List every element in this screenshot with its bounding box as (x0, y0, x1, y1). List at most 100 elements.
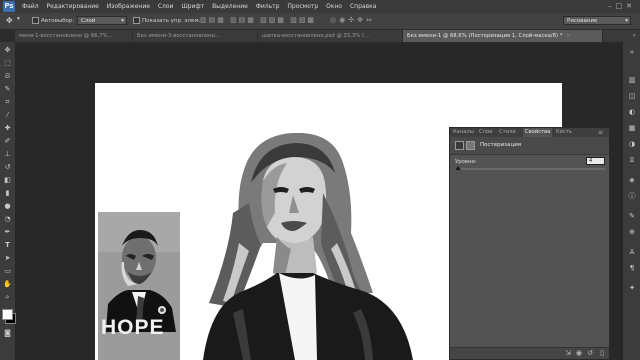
visibility-icon[interactable]: ◉ (576, 349, 582, 357)
menu-select[interactable]: Выделение (212, 3, 248, 10)
history-brush-tool-icon[interactable]: ↺ (3, 163, 12, 172)
crop-tool-icon[interactable]: ⌗ (3, 98, 12, 107)
color-icon[interactable]: ◐ (627, 108, 637, 117)
character-icon[interactable]: A (627, 248, 637, 257)
pen-tool-icon[interactable]: ✒ (3, 228, 12, 237)
menu-edit[interactable]: Редактирование (47, 3, 99, 10)
adjustments-icon[interactable]: ◑ (627, 140, 637, 149)
clone-source-icon[interactable]: ⊕ (627, 228, 637, 237)
blur-tool-icon[interactable]: ● (3, 202, 12, 211)
eraser-tool-icon[interactable]: ◧ (3, 176, 12, 185)
brush-tool-icon[interactable]: ✐ (3, 137, 12, 146)
close-icon[interactable]: ✕ (626, 2, 636, 10)
reset-icon[interactable]: ↺ (587, 349, 593, 357)
type-tool-icon[interactable]: T (3, 241, 12, 250)
document-tabs: мени-1-восстановлено @ 66,7%... Без имен… (15, 30, 640, 43)
posterized-portrait-image (203, 133, 413, 360)
shape-tool-icon[interactable]: ▭ (3, 267, 12, 276)
properties-panel: Каналы Слои Стили Свойства Кисть ≡ Посте… (449, 127, 610, 360)
tab-brush[interactable]: Кисть (556, 128, 572, 137)
menu-filter[interactable]: Фильтр (256, 3, 280, 10)
main-menu: Файл Редактирование Изображение Слои Шри… (22, 3, 382, 10)
tab-channels[interactable]: Каналы (453, 128, 474, 137)
lasso-tool-icon[interactable]: ᘐ (3, 72, 12, 81)
autoselect-label: Автовыбор: (41, 18, 75, 24)
tab-title: Без имени-1 @ 68,6% (Постеризация 1, Сло… (407, 33, 563, 39)
tab-styles[interactable]: Стили (499, 128, 516, 137)
info-icon[interactable]: ⓘ (627, 192, 637, 201)
maximize-icon[interactable]: □ (616, 2, 627, 10)
workspace-value: Рисование (567, 18, 598, 24)
levels-slider-thumb[interactable] (455, 166, 461, 170)
zoom-tool-icon[interactable]: ⌕ (3, 293, 12, 302)
foreground-color-swatch[interactable] (2, 309, 13, 320)
clip-to-layer-icon[interactable]: ⇲ (565, 349, 571, 357)
histogram-icon[interactable]: ▥ (627, 76, 637, 85)
minimize-icon[interactable]: – (608, 2, 616, 10)
hand-tool-icon[interactable]: ✋ (3, 280, 12, 289)
menu-layers[interactable]: Слои (158, 3, 174, 10)
autoselect-select[interactable]: Слой ▾ (77, 16, 127, 25)
navigator-icon[interactable]: ◫ (627, 92, 637, 101)
tab-title: шапка-восстановлено.psd @ 33,3% (... (262, 33, 370, 39)
menu-view[interactable]: Просмотр (287, 3, 318, 10)
gradient-tool-icon[interactable]: ▮ (3, 189, 12, 198)
trash-icon[interactable]: ▯ (600, 349, 604, 357)
paragraph-icon[interactable]: ¶ (627, 264, 637, 273)
tools-panel: ✥ ⬚ ᘐ ✎ ⌗ ⁄ ✚ ✐ ⊥ ↺ ◧ ▮ ● ◔ ✒ T ➤ ▭ ✋ ⌕ … (0, 42, 16, 360)
document-tab[interactable]: мени-1-восстановлено @ 66,7%... (15, 30, 133, 42)
chevron-down-icon: ▾ (625, 18, 628, 24)
tabs-overflow-icon[interactable]: » (632, 32, 636, 39)
history-icon[interactable]: ⧖ (627, 156, 637, 165)
collapsed-panels-bar: » ▥ ◫ ◐ ▦ ◑ ⧖ ◈ ⓘ ✎ ⊕ A ¶ ✦ (622, 42, 640, 360)
autoselect-value: Слой (81, 18, 96, 24)
autoselect-checkbox[interactable]: Автовыбор: (32, 17, 74, 24)
panel-footer: ⇲ ◉ ↺ ▯ (450, 347, 609, 359)
chevron-down-icon: ▾ (121, 18, 124, 24)
paths-icon[interactable]: ✦ (627, 284, 637, 293)
panel-tabs: Каналы Слои Стили Свойства Кисть ≡ (450, 128, 609, 137)
window-controls: –□✕ (608, 2, 636, 10)
close-tab-icon[interactable]: × (566, 33, 570, 39)
checkbox-icon (32, 17, 39, 24)
menu-window[interactable]: Окно (326, 3, 342, 10)
clone-stamp-tool-icon[interactable]: ⊥ (3, 150, 12, 159)
move-tool-icon[interactable]: ✥ (3, 46, 12, 55)
menu-file[interactable]: Файл (22, 3, 39, 10)
adjustment-layer-icon[interactable] (455, 141, 464, 150)
menu-type[interactable]: Шрифт (181, 3, 204, 10)
brush-presets-icon[interactable]: ✎ (627, 212, 637, 221)
menu-bar: Ps Файл Редактирование Изображение Слои … (0, 0, 640, 13)
collapse-arrows-icon[interactable]: » (627, 48, 637, 57)
tab-layers[interactable]: Слои (479, 128, 492, 137)
document-tab[interactable]: шапка-восстановлено.psd @ 33,3% (... (258, 30, 403, 42)
show-controls-checkbox[interactable]: Показать упр. элем. (133, 17, 200, 24)
layers-icon[interactable]: ◈ (627, 176, 637, 185)
swatches-icon[interactable]: ▦ (627, 124, 637, 133)
tab-properties[interactable]: Свойства (523, 128, 553, 137)
3d-mode-buttons[interactable]: ◎◉✣✥⇔ (330, 16, 375, 24)
align-buttons[interactable]: ▥▤▦ ▥▤▦ ▧▨▩ ▧▨▩ (200, 16, 316, 24)
document-tab-active[interactable]: Без имени-1 @ 68,6% (Постеризация 1, Сло… (403, 30, 603, 42)
menu-image[interactable]: Изображение (107, 3, 150, 10)
quick-mask-icon[interactable]: ◙ (3, 329, 12, 338)
tab-title: Без имени-3-восстановлено... (137, 33, 220, 39)
menu-help[interactable]: Справка (350, 3, 376, 10)
document-tab[interactable]: Без имени-3-восстановлено... (133, 30, 258, 42)
marquee-tool-icon[interactable]: ⬚ (3, 59, 12, 68)
checkbox-icon (133, 17, 140, 24)
path-selection-tool-icon[interactable]: ➤ (3, 254, 12, 263)
dodge-tool-icon[interactable]: ◔ (3, 215, 12, 224)
eyedropper-tool-icon[interactable]: ⁄ (3, 111, 12, 120)
panel-menu-icon[interactable]: ≡ (598, 128, 603, 137)
healing-brush-tool-icon[interactable]: ✚ (3, 124, 12, 133)
poster-hope-text: HOPE (101, 316, 165, 339)
quick-select-tool-icon[interactable]: ✎ (3, 85, 12, 94)
move-tool-icon[interactable]: ✥ (6, 16, 13, 25)
levels-input[interactable]: 4 (586, 157, 605, 165)
layer-mask-icon[interactable] (466, 141, 475, 150)
tab-title: мени-1-восстановлено @ 66,7%... (19, 33, 113, 39)
levels-slider[interactable] (455, 166, 605, 170)
tool-preset-dropdown-icon[interactable]: ▾ (17, 16, 20, 22)
workspace-select[interactable]: Рисование ▾ (563, 16, 631, 25)
